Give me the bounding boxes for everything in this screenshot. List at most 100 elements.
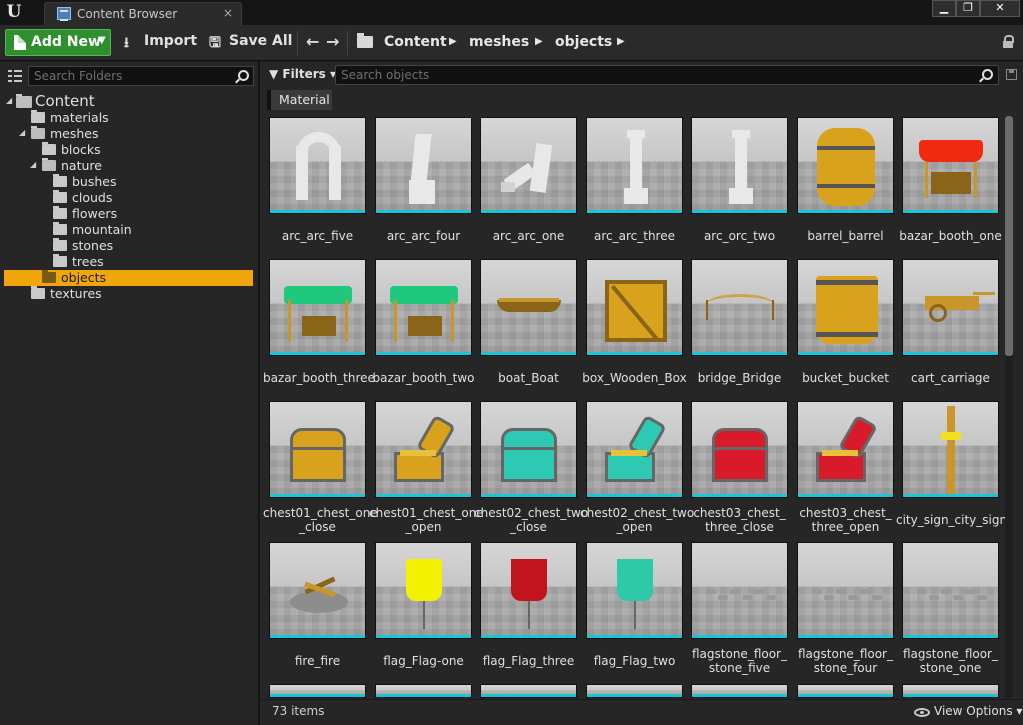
folder-tree-item[interactable]: mountain (4, 222, 253, 238)
folder-tree-item[interactable]: ◢ nature (4, 158, 253, 174)
folder-open-icon (31, 126, 45, 139)
asset-thumbnail-partial[interactable] (797, 684, 894, 698)
folder-tree-label: mountain (72, 222, 132, 237)
bridge-icon (691, 259, 788, 356)
tab-label: Content Browser (77, 7, 178, 21)
save-all-label: Save All (229, 33, 293, 49)
asset-name: arc_arc_five (281, 229, 354, 243)
folder-icon (31, 110, 45, 123)
tab-content-browser[interactable]: Content Browser × (44, 2, 242, 25)
breadcrumb-content[interactable]: Content (384, 34, 447, 50)
asset-thumbnail-partial[interactable] (691, 684, 788, 698)
folder-tree-item[interactable]: objects (4, 270, 253, 286)
minimize-button[interactable]: ▁ (932, 0, 956, 17)
asset-name: bucket_bucket (802, 371, 889, 385)
view-options-button[interactable]: View Options ▾ (934, 704, 1022, 718)
asset-name: chest02_chest_two _close (474, 506, 589, 534)
breadcrumb-arrow-icon[interactable]: ▶ (535, 36, 543, 47)
chevron-down-icon: ▾ (1016, 704, 1023, 718)
stone-arch-icon (269, 117, 366, 214)
search-icon[interactable] (982, 69, 993, 80)
filters-label: Filters (282, 67, 326, 81)
import-label: Import (144, 33, 198, 49)
back-arrow-icon[interactable]: ← (306, 32, 319, 51)
folder-tree-item[interactable]: ◢ Content (4, 92, 253, 110)
save-all-button[interactable]: 🖫 Save All (209, 29, 293, 56)
unreal-logo-icon: U (6, 2, 22, 22)
asset-name: flag_Flag_three (482, 654, 575, 668)
asset-name: bridge_Bridge (697, 371, 782, 385)
sources-panel-toggle-icon[interactable] (8, 70, 22, 82)
filter-chip-material[interactable]: Material (267, 90, 332, 110)
vertical-scrollbar[interactable] (1005, 116, 1013, 698)
asset-name: bazar_booth_one (899, 229, 1002, 243)
bucket-icon (797, 259, 894, 356)
asset-name: box_Wooden_Box (582, 371, 687, 385)
search-folders-field[interactable] (29, 67, 253, 85)
folder-tree-item[interactable]: trees (4, 254, 253, 270)
maximize-button[interactable]: ❐ (956, 0, 980, 17)
asset-name: flagstone_floor_ stone_four (798, 647, 893, 675)
asset-thumbnail-partial[interactable] (480, 684, 577, 698)
folder-tree-item[interactable]: ◢ meshes (4, 126, 253, 142)
folder-tree-item[interactable]: stones (4, 238, 253, 254)
folder-tree-label: nature (61, 158, 102, 173)
lock-icon[interactable] (1003, 35, 1014, 48)
folder-tree-item[interactable]: textures (4, 286, 253, 302)
breadcrumb-objects[interactable]: objects (555, 34, 612, 50)
folder-icon (53, 174, 67, 187)
asset-name: arc_arc_four (386, 229, 461, 243)
booth-green-icon (375, 259, 472, 356)
asset-thumbnail-partial[interactable] (375, 684, 472, 698)
chest-teal-closed-icon (480, 401, 577, 498)
flagstones-icon (797, 542, 894, 639)
folder-tree-label: objects (61, 270, 107, 285)
filters-button[interactable]: ▼ Filters ▾ (269, 67, 336, 81)
chest-red-closed-icon (691, 401, 788, 498)
campfire-icon (269, 542, 366, 639)
folder-tree-item[interactable]: clouds (4, 190, 253, 206)
import-button[interactable]: ⭳ Import (124, 29, 198, 56)
folder-tree-item[interactable]: flowers (4, 206, 253, 222)
asset-thumbnail-partial[interactable] (902, 684, 999, 698)
folder-open-icon (16, 94, 32, 108)
asset-name: arc_arc_three (594, 229, 675, 243)
expand-arrow-icon[interactable]: ◢ (19, 128, 25, 137)
expand-arrow-icon[interactable]: ◢ (6, 96, 12, 105)
breadcrumb-meshes[interactable]: meshes (469, 34, 529, 50)
stone-rubble-icon (480, 117, 577, 214)
flag-red-icon (480, 542, 577, 639)
breadcrumb-arrow-icon[interactable]: ▶ (617, 36, 625, 47)
folder-tree-label: trees (72, 254, 104, 269)
folder-icon (42, 270, 56, 283)
new-document-icon (14, 35, 26, 50)
expand-arrow-icon[interactable]: ◢ (30, 160, 36, 169)
save-search-icon[interactable] (1006, 69, 1017, 80)
close-window-button[interactable]: ✕ (980, 0, 1020, 17)
folder-tree-item[interactable]: bushes (4, 174, 253, 190)
search-objects-input[interactable] (335, 65, 999, 85)
booth-green-icon (269, 259, 366, 356)
search-objects-field[interactable] (336, 66, 998, 84)
stone-pillar-icon (586, 117, 683, 214)
asset-thumbnail-partial[interactable] (586, 684, 683, 698)
folder-tree-label: materials (50, 110, 109, 125)
folder-tree-label: stones (72, 238, 114, 253)
forward-arrow-icon[interactable]: → (326, 32, 339, 51)
folder-tree-item[interactable]: blocks (4, 142, 253, 158)
asset-name: bazar_booth_two (372, 371, 475, 385)
breadcrumb-arrow-icon[interactable]: ▶ (449, 36, 457, 47)
asset-view-panel: ▼ Filters ▾ Material arc_arc_five arc_arc… (260, 62, 1023, 725)
tab-close-icon[interactable]: × (223, 6, 233, 20)
eye-icon[interactable] (914, 708, 930, 717)
folder-tree-panel: ◢ Contentmaterials ◢ meshesblocks ◢ naturebus… (0, 62, 259, 725)
folder-tree-item[interactable]: materials (4, 110, 253, 126)
asset-name: arc_arc_one (492, 229, 565, 243)
folder-icon (53, 238, 67, 251)
asset-name: flagstone_floor_ stone_one (903, 647, 998, 675)
search-folders-input[interactable] (28, 66, 254, 86)
search-icon[interactable] (238, 70, 249, 81)
add-new-button[interactable]: Add New ▼ (5, 29, 111, 56)
asset-thumbnail-partial[interactable] (269, 684, 366, 698)
scrollbar-thumb[interactable] (1005, 116, 1013, 356)
